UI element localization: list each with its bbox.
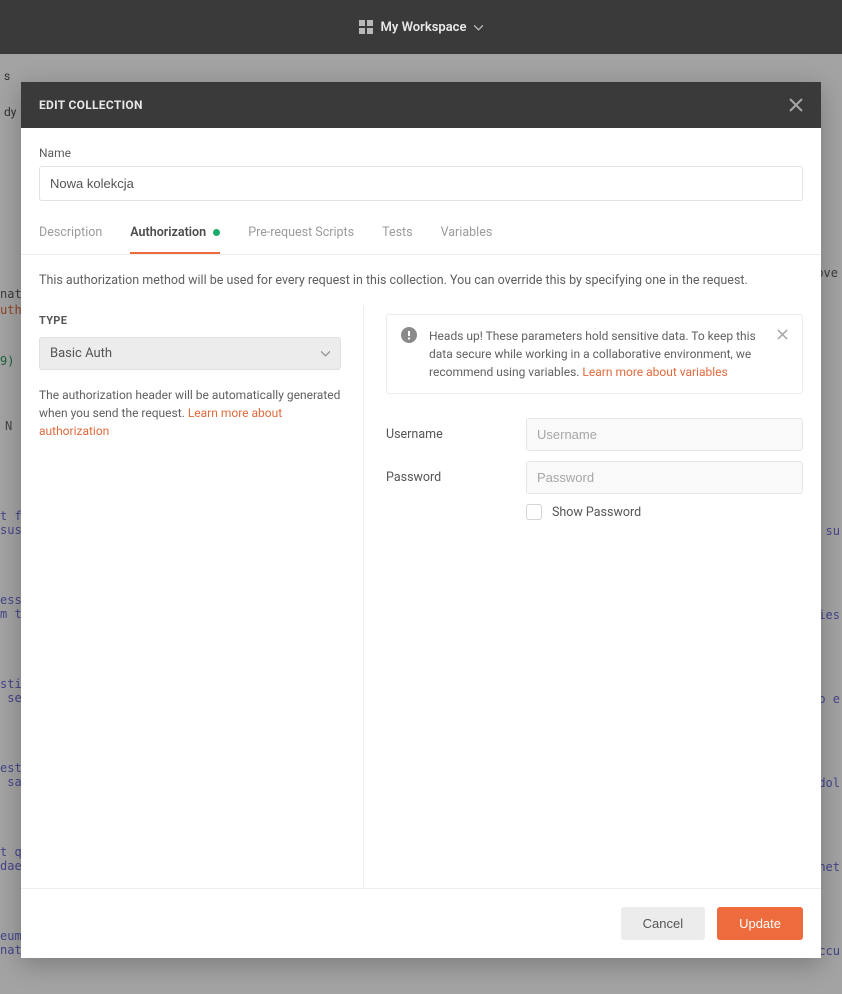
auth-type-value: Basic Auth bbox=[50, 346, 112, 361]
collection-name-input[interactable] bbox=[39, 166, 803, 201]
tab-tests[interactable]: Tests bbox=[382, 225, 412, 254]
warning-icon bbox=[401, 327, 417, 348]
modal-footer: Cancel Update bbox=[21, 888, 821, 958]
tab-authorization-label: Authorization bbox=[130, 225, 206, 240]
update-button[interactable]: Update bbox=[717, 907, 803, 940]
tab-prerequest-scripts[interactable]: Pre-request Scripts bbox=[248, 225, 354, 254]
show-password-label: Show Password bbox=[552, 505, 641, 520]
tab-variables[interactable]: Variables bbox=[441, 225, 493, 254]
modal-header: EDIT COLLECTION bbox=[21, 82, 821, 128]
username-label: Username bbox=[386, 427, 526, 442]
chevron-down-icon bbox=[321, 346, 330, 361]
tab-description[interactable]: Description bbox=[39, 225, 102, 254]
sensitive-data-banner: Heads up! These parameters hold sensitiv… bbox=[386, 314, 803, 394]
password-row: Password bbox=[386, 461, 803, 494]
password-label: Password bbox=[386, 470, 526, 485]
name-label: Name bbox=[39, 146, 803, 160]
top-bar: My Workspace bbox=[0, 0, 842, 54]
password-input[interactable] bbox=[526, 461, 803, 494]
username-input[interactable] bbox=[526, 418, 803, 451]
workspace-name[interactable]: My Workspace bbox=[381, 20, 467, 35]
auth-left-column: TYPE Basic Auth The authorization header… bbox=[39, 306, 364, 888]
tabs: Description Authorization Pre-request Sc… bbox=[21, 225, 821, 255]
auth-note: The authorization header will be automat… bbox=[39, 386, 341, 440]
auth-panel: TYPE Basic Auth The authorization header… bbox=[21, 306, 821, 888]
show-password-row: Show Password bbox=[526, 504, 803, 520]
modal-overlay: EDIT COLLECTION Name Description Authori… bbox=[0, 54, 842, 994]
auth-type-select[interactable]: Basic Auth bbox=[39, 337, 341, 370]
close-icon[interactable] bbox=[789, 98, 803, 112]
banner-close-icon[interactable] bbox=[777, 327, 788, 345]
workspace-dropdown-icon[interactable] bbox=[474, 20, 483, 35]
username-row: Username bbox=[386, 418, 803, 451]
show-password-checkbox[interactable] bbox=[526, 504, 542, 520]
learn-more-variables-link[interactable]: Learn more about variables bbox=[582, 365, 727, 379]
modal-body: Name Description Authorization Pre-reque… bbox=[21, 128, 821, 255]
workspace-grid-icon bbox=[359, 20, 373, 34]
status-dot-icon bbox=[213, 229, 220, 236]
banner-text: Heads up! These parameters hold sensitiv… bbox=[429, 327, 765, 381]
edit-collection-modal: EDIT COLLECTION Name Description Authori… bbox=[21, 82, 821, 958]
cancel-button[interactable]: Cancel bbox=[621, 907, 705, 940]
modal-title: EDIT COLLECTION bbox=[39, 98, 143, 112]
auth-right-column: Heads up! These parameters hold sensitiv… bbox=[364, 306, 803, 888]
type-label: TYPE bbox=[39, 314, 341, 327]
auth-description: This authorization method will be used f… bbox=[21, 255, 821, 306]
tab-authorization[interactable]: Authorization bbox=[130, 225, 220, 254]
